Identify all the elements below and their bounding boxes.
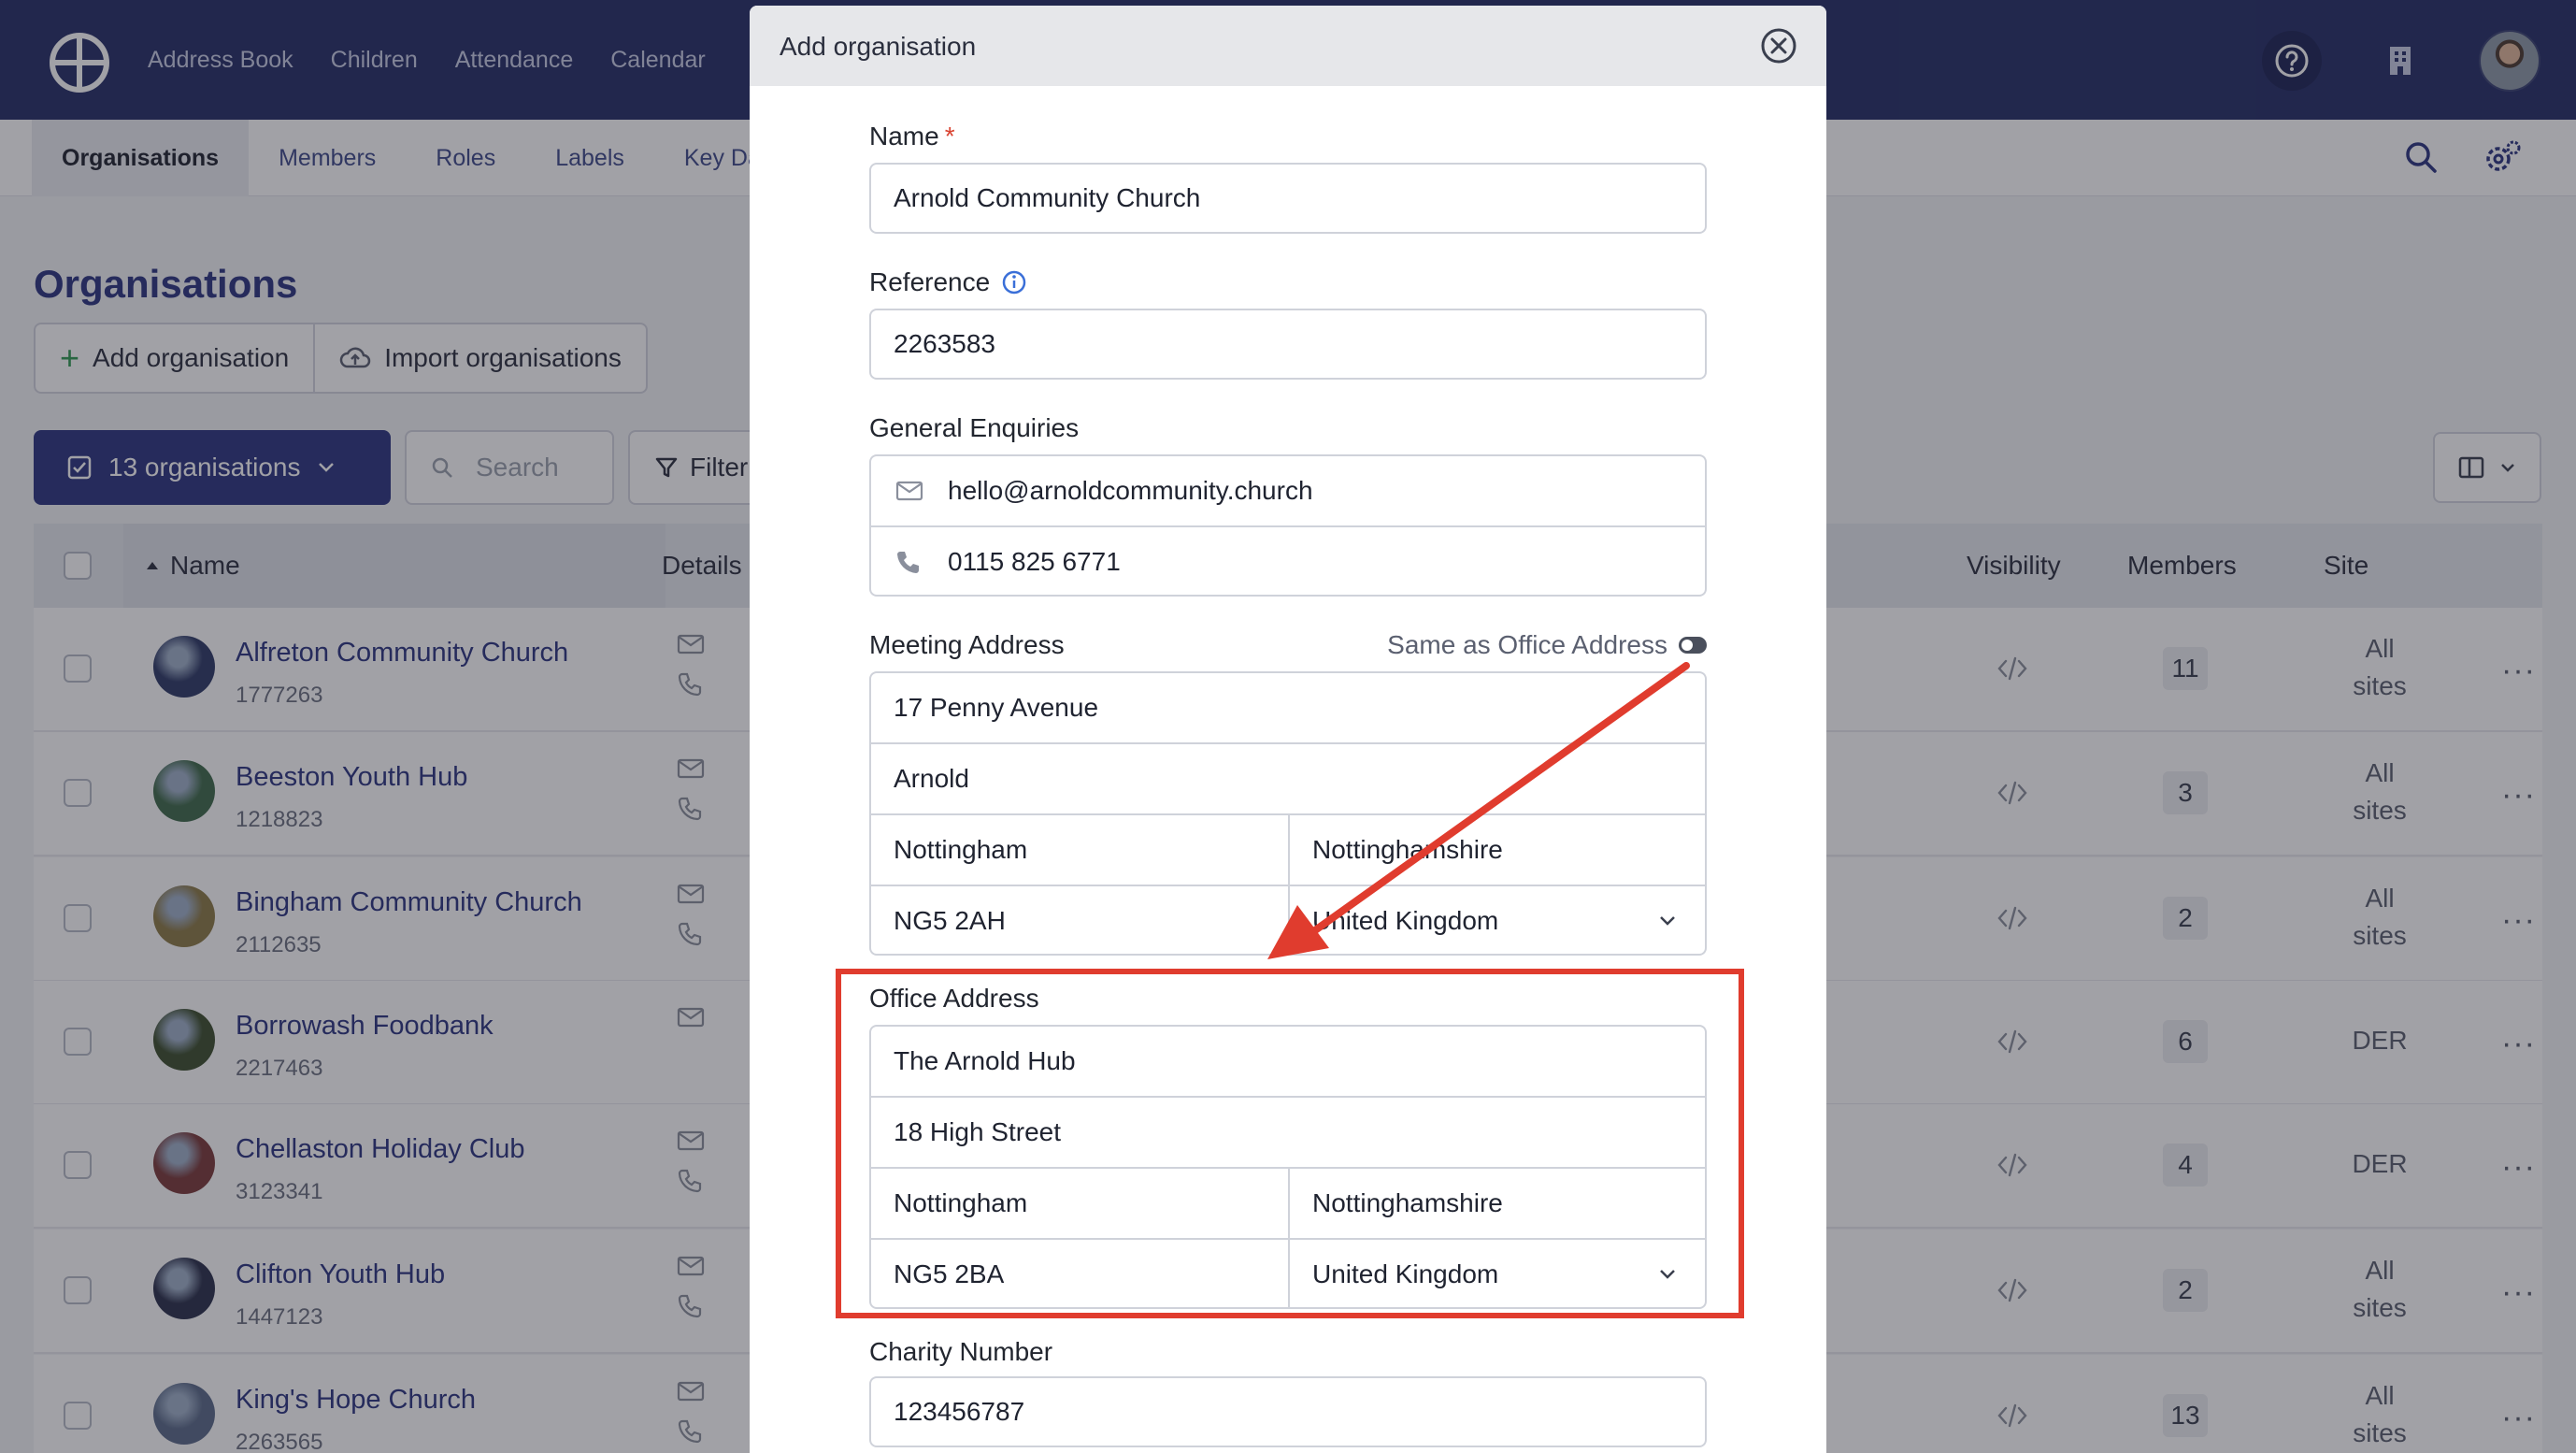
name-input-value: Arnold Community Church <box>894 183 1201 212</box>
phone-icon <box>897 552 919 573</box>
annotation-highlight-box <box>836 969 1744 1318</box>
modal-header: Add organisation <box>750 6 1826 86</box>
meeting-country-select[interactable]: United Kingdom <box>1290 886 1705 954</box>
meeting-county-value: Nottinghamshire <box>1312 835 1503 864</box>
charity-number-label: Charity Number <box>869 1337 1053 1366</box>
name-label-text: Name <box>869 122 939 151</box>
meeting-line2-value: Arnold <box>894 764 969 793</box>
name-input[interactable]: Arnold Community Church <box>869 163 1707 234</box>
general-enquiries-group: hello@arnoldcommunity.church 0115 825 67… <box>869 454 1707 597</box>
reference-input[interactable]: 2263583 <box>869 309 1707 380</box>
meeting-address-label: Meeting Address <box>869 630 1065 659</box>
meeting-postcode-input[interactable]: NG5 2AH <box>871 886 1288 954</box>
charity-number-input[interactable]: 123456787 <box>869 1376 1707 1447</box>
meeting-county-input[interactable]: Nottinghamshire <box>1290 815 1705 885</box>
required-mark: * <box>944 122 955 151</box>
meeting-line1-value: 17 Penny Avenue <box>894 693 1099 722</box>
meeting-postcode-value: NG5 2AH <box>894 906 1006 935</box>
phone-field[interactable]: 0115 825 6771 <box>871 527 1705 595</box>
meeting-address-group: 17 Penny Avenue Arnold Nottingham Nottin… <box>869 671 1707 956</box>
toggle-switch[interactable] <box>1679 637 1707 654</box>
phone-field-value: 0115 825 6771 <box>948 547 1121 576</box>
info-icon[interactable] <box>1001 269 1027 295</box>
same-as-office-toggle[interactable]: Same as Office Address <box>1387 630 1707 660</box>
meeting-country-value: United Kingdom <box>1312 906 1499 935</box>
chevron-down-icon <box>1660 916 1675 926</box>
charity-number-value: 123456787 <box>894 1397 1025 1426</box>
email-field-value: hello@arnoldcommunity.church <box>948 476 1313 505</box>
close-icon[interactable] <box>1759 26 1798 65</box>
reference-input-value: 2263583 <box>894 329 996 358</box>
meeting-city-input[interactable]: Nottingham <box>871 815 1288 885</box>
modal-title: Add organisation <box>780 32 977 61</box>
email-field[interactable]: hello@arnoldcommunity.church <box>871 456 1705 525</box>
meeting-address-line2-input[interactable]: Arnold <box>871 744 1705 813</box>
name-label: Name * <box>869 122 955 151</box>
envelope-icon <box>895 481 923 501</box>
general-enquiries-label: General Enquiries <box>869 413 1080 442</box>
same-as-office-label: Same as Office Address <box>1387 630 1667 659</box>
meeting-address-line1-input[interactable]: 17 Penny Avenue <box>871 673 1705 742</box>
reference-label-text: Reference <box>869 267 991 296</box>
meeting-city-value: Nottingham <box>894 835 1028 864</box>
reference-label: Reference <box>869 267 1027 297</box>
